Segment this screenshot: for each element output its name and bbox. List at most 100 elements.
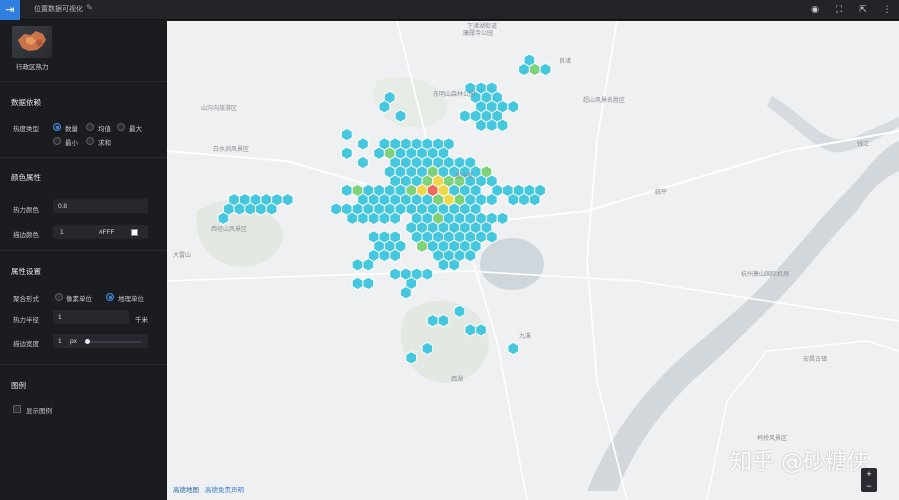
hex-cell[interactable] [373,146,385,160]
radius-unit: 千米 [135,317,148,324]
map-canvas[interactable]: 下渚湖街道 康履寺公园 良渚 东明山森林公园 超山风景名胜区 山沟沟旅游区 白水… [167,21,899,500]
hex-cell[interactable] [357,137,369,151]
map-label: 大雷山 [173,253,192,259]
radio-max-label: 最大 [129,126,142,133]
map-label: 杭州市 [455,174,474,180]
hex-cell[interactable] [378,248,391,263]
green-area [401,300,489,383]
divider [0,81,167,82]
hex-cell[interactable] [351,258,364,272]
hex-cell[interactable] [539,62,552,77]
hex-cell[interactable] [351,276,364,291]
divider [0,157,167,158]
layer-thumbnail[interactable] [12,26,52,58]
hex-cell[interactable] [421,267,434,281]
hex-cell[interactable] [346,211,359,226]
hex-cell[interactable] [496,118,509,133]
hex-cell[interactable] [416,239,428,253]
hex-cell[interactable] [528,62,541,77]
hex-cell[interactable] [496,211,509,226]
fullscreen-icon[interactable]: ⛶ [833,3,845,15]
hex-cell[interactable] [357,155,369,170]
edit-pencil-icon[interactable]: ✎ [86,3,93,12]
hex-cell[interactable] [341,183,353,198]
hex-cell[interactable] [394,109,407,123]
show-legend-checkbox[interactable] [13,405,21,413]
hex-cell[interactable] [475,118,487,133]
zoom-control[interactable]: + − [861,468,877,492]
hex-cell[interactable] [378,211,391,226]
map-label: 安昌古镇 [803,357,828,363]
stroke-width-slider[interactable] [86,341,142,343]
color-section-title: 颜色属性 [11,173,41,182]
radius-input[interactable] [53,310,129,324]
share-icon[interactable]: ⇱ [857,3,869,15]
hex-cell[interactable] [341,127,353,142]
hex-cell[interactable] [217,211,230,226]
stroke-width-slider-handle[interactable] [85,339,90,344]
hex-cell[interactable] [485,192,498,207]
map-disclaimer-link[interactable]: 高德免责声明 [205,484,244,494]
hex-cell[interactable] [265,202,278,216]
hex-cell[interactable] [405,351,418,365]
hex-cell[interactable] [518,62,530,77]
hex-cell[interactable] [362,258,375,272]
hex-cell[interactable] [518,192,530,207]
hex-cell[interactable] [389,267,401,281]
stroke-width-unit: px [70,338,77,345]
hex-cell[interactable] [528,192,541,207]
hex-cell[interactable] [437,258,450,272]
hex-cell[interactable] [507,99,520,114]
hex-cell[interactable] [437,313,450,328]
hex-cell[interactable] [362,276,375,291]
radio-min[interactable] [53,137,61,145]
hex-cell[interactable] [281,192,294,207]
canal-shape [767,96,899,153]
hex-cell[interactable] [233,202,246,216]
radio-min-label: 最小 [65,140,78,147]
radio-max[interactable] [117,123,125,131]
exit-icon[interactable]: ⇥ [0,0,20,20]
hex-cell[interactable] [485,230,498,244]
hex-cell[interactable] [464,323,477,337]
map-brand-logo: 高德地图 [173,487,199,494]
hex-cell[interactable] [459,109,471,123]
hex-cell[interactable] [453,304,466,319]
hex-cell[interactable] [485,118,498,133]
hex-cell[interactable] [367,211,380,226]
hex-cell[interactable] [475,323,487,337]
hex-cell[interactable] [341,146,353,160]
radio-sum[interactable] [86,137,94,145]
hex-cell[interactable] [357,211,369,226]
radio-pixel-unit[interactable] [55,293,63,301]
radio-geo-unit[interactable] [106,293,114,301]
hex-cell[interactable] [389,211,401,226]
eye-icon[interactable]: ◉ [809,3,821,15]
radio-geo-unit-label: 地理单位 [118,296,144,303]
heat-color-picker[interactable] [53,199,148,213]
hex-cell[interactable] [426,313,439,328]
hex-cell[interactable] [389,248,401,263]
more-icon[interactable]: ⋮ [881,3,893,15]
hex-cell[interactable] [255,202,267,216]
hex-cell[interactable] [400,285,412,300]
map-label: 西湖 [451,377,464,383]
radio-mean[interactable] [86,123,94,131]
stroke-color-swatch[interactable] [131,229,138,236]
top-toolbar: ◉ ⛶ ⇱ ⋮ [809,3,893,15]
layer-thumbnail-label: 行政区热力 [16,64,49,71]
hex-cell[interactable] [378,99,391,114]
legend-section-title: 图例 [11,381,26,390]
radio-count[interactable] [53,123,61,131]
aggregate-label: 聚合形式 [13,296,39,303]
hex-cell[interactable] [421,341,434,356]
hex-cell[interactable] [507,192,520,207]
heat-color-label: 热力颜色 [13,207,39,214]
hex-cell[interactable] [244,202,256,216]
hexbin-layer[interactable] [217,53,552,365]
hex-cell[interactable] [448,258,461,272]
heat-opacity-value: 0.8 [58,203,68,210]
hex-cell[interactable] [464,248,477,263]
hex-cell[interactable] [507,341,520,356]
hex-cell[interactable] [330,202,342,216]
